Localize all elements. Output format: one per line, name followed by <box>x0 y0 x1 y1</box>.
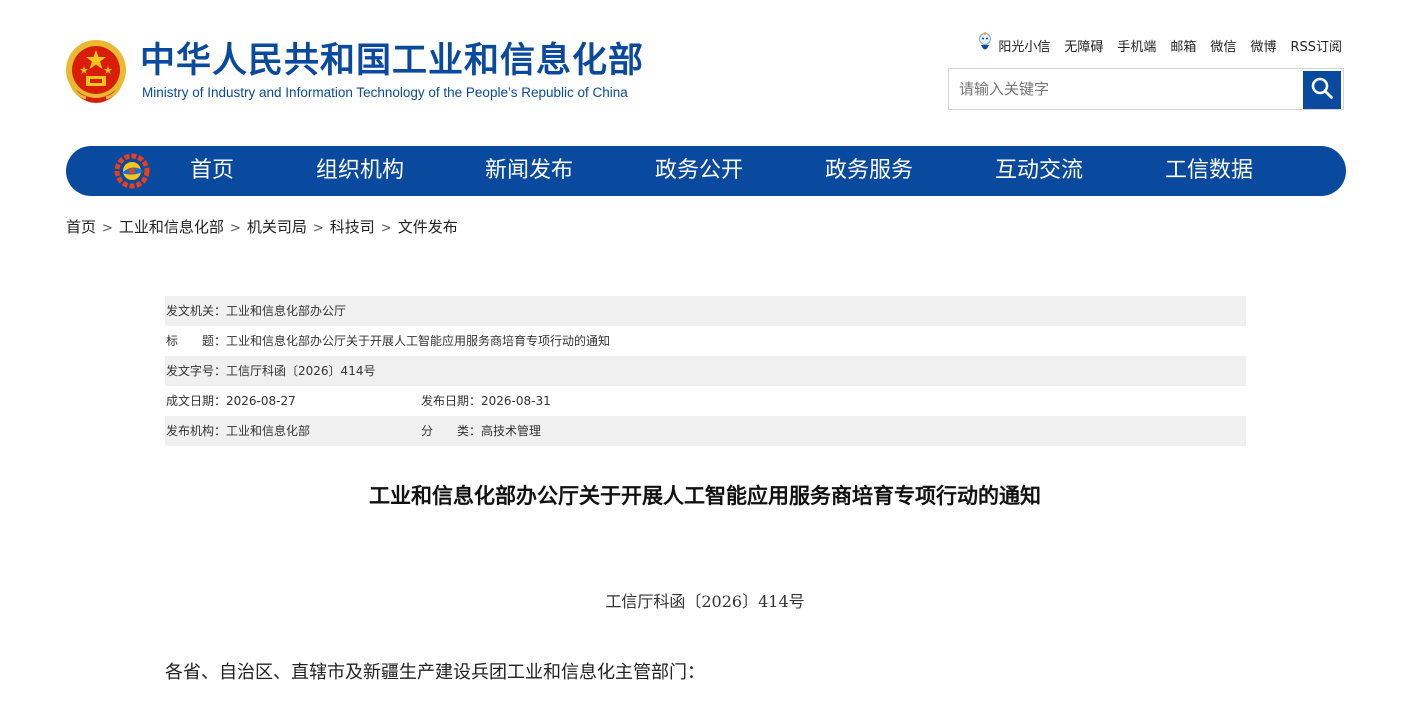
meta-value: 高技术管理 <box>481 424 542 438</box>
nav-gov-affairs-open[interactable]: 政务公开 <box>655 146 743 196</box>
meta-label: 成文日期： <box>166 394 227 408</box>
nav-interaction[interactable]: 互动交流 <box>995 146 1083 196</box>
meta-row-org: 发布机构：工业和信息化部 分 类：高技术管理 <box>165 416 1246 446</box>
mascot-icon <box>976 32 994 58</box>
meta-label: 发布日期： <box>421 394 482 408</box>
toplink-accessibility[interactable]: 无障碍 <box>1064 36 1103 55</box>
breadcrumb-docs[interactable]: 文件发布 <box>398 218 458 236</box>
site-title-cn[interactable]: 中华人民共和国工业和信息化部 <box>140 40 644 82</box>
breadcrumb-separator: > <box>102 221 113 236</box>
breadcrumb-home[interactable]: 首页 <box>66 218 96 236</box>
breadcrumb-ministry[interactable]: 工业和信息化部 <box>119 218 224 236</box>
meta-value: 工业和信息化部办公厅 <box>226 304 347 318</box>
nav-home[interactable]: 首页 <box>190 146 234 196</box>
nav-gov-services[interactable]: 政务服务 <box>825 146 913 196</box>
miit-logo-icon <box>114 153 150 189</box>
search-box <box>948 68 1344 110</box>
meta-value: 工业和信息化部 <box>226 424 311 438</box>
main-nav: 首页 组织机构 新闻发布 政务公开 政务服务 互动交流 工信数据 <box>66 146 1346 196</box>
meta-row-issuer: 发文机关：工业和信息化部办公厅 <box>165 296 1246 326</box>
meta-row-docno: 发文字号：工信厅科函〔2026〕414号 <box>165 356 1246 386</box>
nav-organization[interactable]: 组织机构 <box>316 146 404 196</box>
site-title-en[interactable]: Ministry of Industry and Information Tec… <box>142 85 628 100</box>
nav-news[interactable]: 新闻发布 <box>485 146 573 196</box>
breadcrumb-separator: > <box>380 221 392 236</box>
meta-value: 工业和信息化部办公厅关于开展人工智能应用服务商培育专项行动的通知 <box>226 334 611 348</box>
meta-value: 2026-08-27 <box>226 394 296 408</box>
toplink-mail[interactable]: 邮箱 <box>1170 36 1196 55</box>
toplink-mobile[interactable]: 手机端 <box>1117 36 1156 55</box>
breadcrumb-tech-dept[interactable]: 科技司 <box>330 218 375 236</box>
document-meta-table: 发文机关：工业和信息化部办公厅 标 题：工业和信息化部办公厅关于开展人工智能应用… <box>165 296 1246 446</box>
article-docno: 工信厅科函〔2026〕414号 <box>605 592 805 611</box>
meta-label: 分 类： <box>421 424 482 438</box>
toplink-wechat[interactable]: 微信 <box>1210 36 1236 55</box>
toplink-sunshine[interactable]: 阳光小信 <box>976 32 1050 58</box>
article-title: 工业和信息化部办公厅关于开展人工智能应用服务商培育专项行动的通知 <box>369 484 1041 508</box>
toplink-weibo[interactable]: 微博 <box>1250 36 1276 55</box>
nav-data[interactable]: 工信数据 <box>1165 146 1253 196</box>
breadcrumb-separator: > <box>229 221 241 236</box>
top-links: 阳光小信 无障碍 手机端 邮箱 微信 微博 RSS订阅 <box>976 32 1342 58</box>
meta-label: 标 题： <box>166 334 227 348</box>
meta-value: 工信厅科函〔2026〕414号 <box>226 364 376 378</box>
meta-value: 2026-08-31 <box>481 394 551 408</box>
meta-row-subject: 标 题：工业和信息化部办公厅关于开展人工智能应用服务商培育专项行动的通知 <box>165 326 1246 356</box>
meta-label: 发文机关： <box>166 304 227 318</box>
breadcrumb-departments[interactable]: 机关司局 <box>247 218 307 236</box>
meta-label: 发文字号： <box>166 364 227 378</box>
search-button[interactable] <box>1303 71 1341 109</box>
toplink-rss[interactable]: RSS订阅 <box>1290 36 1342 55</box>
toplink-label: 阳光小信 <box>998 39 1051 55</box>
breadcrumb-separator: > <box>312 221 324 236</box>
breadcrumb: 首页 > 工业和信息化部 > 机关司局 > 科技司 > 文件发布 <box>66 216 458 237</box>
article-salutation: 各省、自治区、直辖市及新疆生产建设兵团工业和信息化主管部门： <box>165 662 705 683</box>
search-input[interactable] <box>949 69 1319 109</box>
meta-row-dates: 成文日期：2026-08-27 发布日期：2026-08-31 <box>165 386 1246 416</box>
national-emblem-icon <box>64 38 128 106</box>
search-icon <box>1310 76 1334 104</box>
meta-label: 发布机构： <box>166 424 227 438</box>
